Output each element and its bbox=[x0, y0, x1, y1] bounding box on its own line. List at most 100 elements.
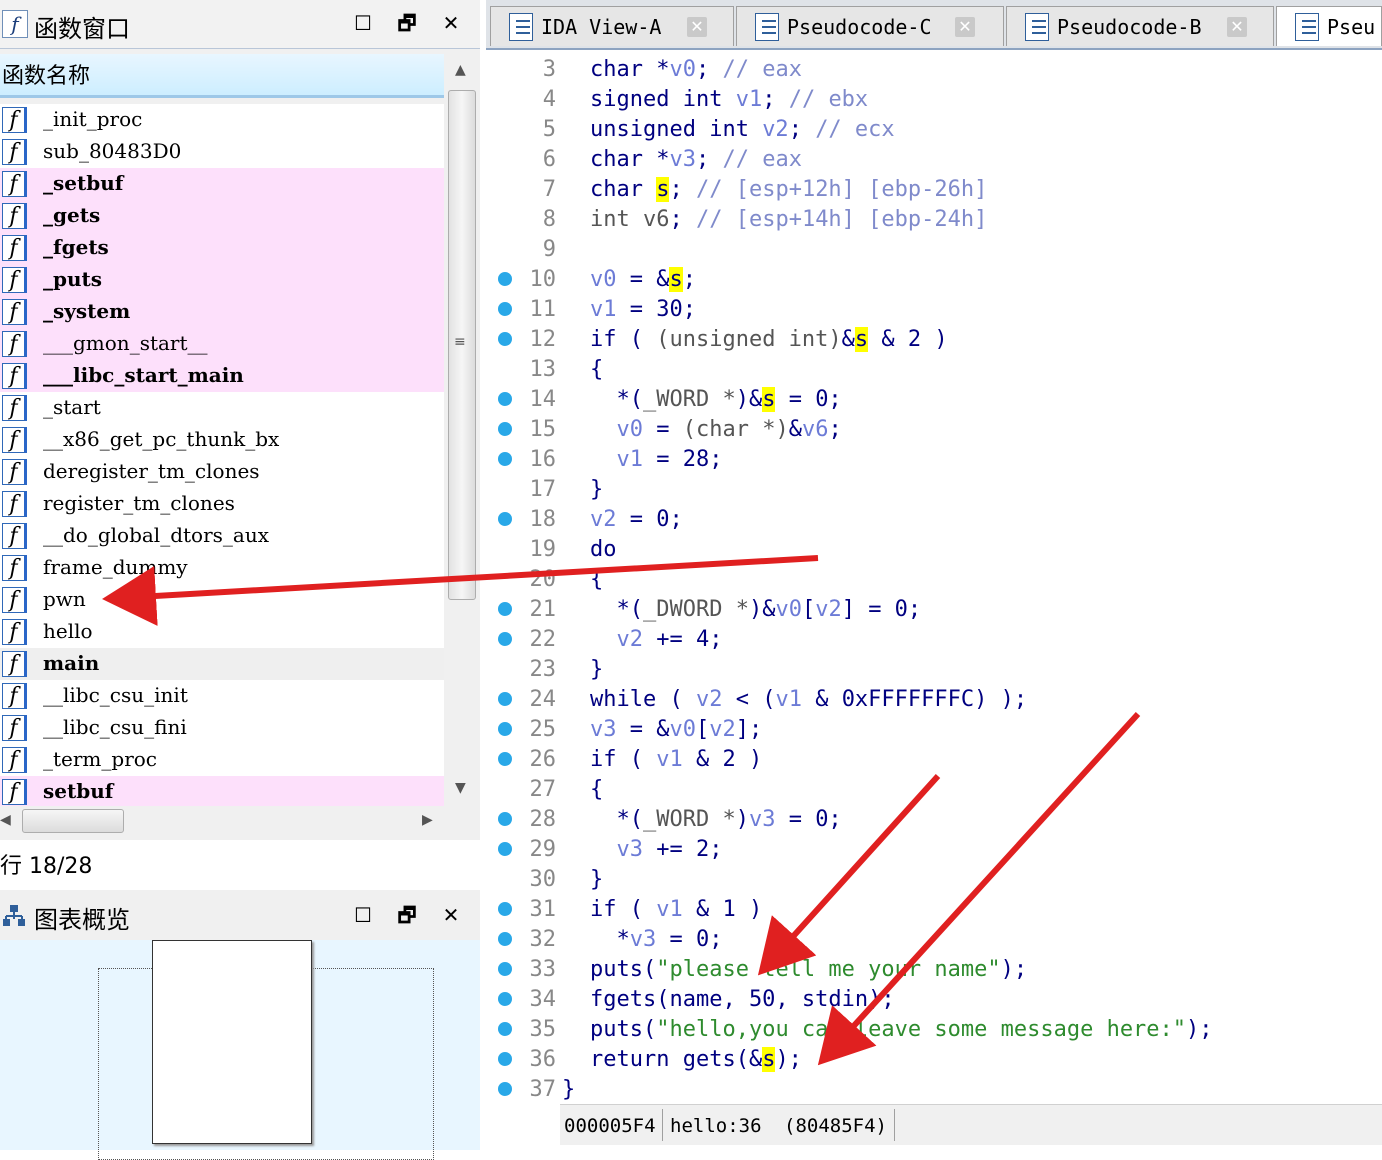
overview-canvas[interactable] bbox=[0, 940, 480, 1160]
breakpoint-dot-icon[interactable] bbox=[498, 692, 512, 706]
breakpoint-dot-icon[interactable] bbox=[498, 1052, 512, 1066]
breakpoint-dot-icon[interactable] bbox=[498, 1082, 512, 1096]
breakpoint-dot-icon[interactable] bbox=[498, 272, 512, 286]
code-line[interactable]: 20 { bbox=[486, 564, 1382, 594]
function-row[interactable]: f pwn bbox=[0, 584, 444, 616]
function-row[interactable]: f __do_global_dtors_aux bbox=[0, 520, 444, 552]
hscrollbar-thumb[interactable] bbox=[22, 809, 124, 833]
code-line[interactable]: 8 int v6; // [esp+14h] [ebp-24h] bbox=[486, 204, 1382, 234]
code-line[interactable]: 14 *(_WORD *)&s = 0; bbox=[486, 384, 1382, 414]
maximize-button[interactable]: ☐ bbox=[352, 12, 374, 34]
column-header-function-name[interactable]: 函数名称 bbox=[0, 54, 444, 98]
code-line[interactable]: 29 v3 += 2; bbox=[486, 834, 1382, 864]
breakpoint-dot-icon[interactable] bbox=[498, 1022, 512, 1036]
code-line[interactable]: 3 char *v0; // eax bbox=[486, 54, 1382, 84]
code-line[interactable]: 9 bbox=[486, 234, 1382, 264]
breakpoint-dot-icon[interactable] bbox=[498, 842, 512, 856]
code-line[interactable]: 6 char *v3; // eax bbox=[486, 144, 1382, 174]
function-row[interactable]: f _puts bbox=[0, 264, 444, 296]
scroll-down-icon[interactable]: ▼ bbox=[455, 780, 466, 796]
code-line[interactable]: 25 v3 = &v0[v2]; bbox=[486, 714, 1382, 744]
function-row[interactable]: f frame_dummy bbox=[0, 552, 444, 584]
code-line[interactable]: 12 if ( (unsigned int)&s & 2 ) bbox=[486, 324, 1382, 354]
code-line[interactable]: 30} bbox=[486, 864, 1382, 894]
tab-pseudocode-b[interactable]: Pseudocode-B ✕ bbox=[1006, 6, 1274, 46]
function-row[interactable]: f __x86_get_pc_thunk_bx bbox=[0, 424, 444, 456]
horizontal-scrollbar[interactable]: ◀ ▶ bbox=[0, 806, 444, 836]
breakpoint-dot-icon[interactable] bbox=[498, 992, 512, 1006]
breakpoint-dot-icon[interactable] bbox=[498, 632, 512, 646]
close-button[interactable]: ✕ bbox=[440, 12, 462, 34]
code-line[interactable]: 11 v1 = 30; bbox=[486, 294, 1382, 324]
scroll-left-icon[interactable]: ◀ bbox=[0, 812, 11, 828]
code-line[interactable]: 33 puts("please tell me your name"); bbox=[486, 954, 1382, 984]
code-line[interactable]: 27 { bbox=[486, 774, 1382, 804]
tab-pseudocode-active[interactable]: Pseu bbox=[1276, 6, 1382, 46]
code-line[interactable]: 36 return gets(&s); bbox=[486, 1044, 1382, 1074]
breakpoint-dot-icon[interactable] bbox=[498, 752, 512, 766]
breakpoint-dot-icon[interactable] bbox=[498, 602, 512, 616]
code-line[interactable]: 34 fgets(name, 50, stdin); bbox=[486, 984, 1382, 1014]
code-line[interactable]: 26 if ( v1 & 2 ) bbox=[486, 744, 1382, 774]
function-row[interactable]: f sub_80483D0 bbox=[0, 136, 444, 168]
code-line[interactable]: 32 *v3 = 0; bbox=[486, 924, 1382, 954]
scroll-right-icon[interactable]: ▶ bbox=[422, 812, 433, 828]
breakpoint-dot-icon[interactable] bbox=[498, 962, 512, 976]
code-line[interactable]: 17} bbox=[486, 474, 1382, 504]
function-row[interactable]: f _term_proc bbox=[0, 744, 444, 776]
code-line[interactable]: 4 signed int v1; // ebx bbox=[486, 84, 1382, 114]
breakpoint-dot-icon[interactable] bbox=[498, 902, 512, 916]
code-line[interactable]: 23} bbox=[486, 654, 1382, 684]
breakpoint-dot-icon[interactable] bbox=[498, 302, 512, 316]
code-line[interactable]: 5 unsigned int v2; // ecx bbox=[486, 114, 1382, 144]
code-line[interactable]: 31 if ( v1 & 1 ) bbox=[486, 894, 1382, 924]
breakpoint-dot-icon[interactable] bbox=[498, 332, 512, 346]
code-line[interactable]: 16 v1 = 28; bbox=[486, 444, 1382, 474]
breakpoint-dot-icon[interactable] bbox=[498, 812, 512, 826]
function-list[interactable]: f _init_proc f sub_80483D0 f _setbuf f _gets f _f… bbox=[0, 104, 444, 806]
function-row[interactable]: f _init_proc bbox=[0, 104, 444, 136]
overview-close-button[interactable]: ✕ bbox=[440, 904, 462, 926]
function-row[interactable]: f register_tm_clones bbox=[0, 488, 444, 520]
breakpoint-dot-icon[interactable] bbox=[498, 722, 512, 736]
overview-float-button[interactable]: 🗗 bbox=[396, 904, 418, 926]
function-row[interactable]: f _gets bbox=[0, 200, 444, 232]
function-row[interactable]: f __libc_csu_fini bbox=[0, 712, 444, 744]
code-line[interactable]: 35 puts("hello,you can leave some message… bbox=[486, 1014, 1382, 1044]
function-row[interactable]: f _fgets bbox=[0, 232, 444, 264]
breakpoint-dot-icon[interactable] bbox=[498, 422, 512, 436]
function-row[interactable]: f main bbox=[0, 648, 444, 680]
close-icon[interactable]: ✕ bbox=[1227, 17, 1247, 37]
function-row[interactable]: f _setbuf bbox=[0, 168, 444, 200]
pseudocode-view[interactable]: 3 char *v0; // eax 4 signed int v1; // ebx 5… bbox=[486, 50, 1382, 1102]
function-row[interactable]: f ___gmon_start__ bbox=[0, 328, 444, 360]
breakpoint-dot-icon[interactable] bbox=[498, 512, 512, 526]
function-row[interactable]: f _system bbox=[0, 296, 444, 328]
code-line[interactable]: 24 while ( v2 < (v1 & 0xFFFFFFFC) ); bbox=[486, 684, 1382, 714]
code-line[interactable]: 7 char s; // [esp+12h] [ebp-26h] bbox=[486, 174, 1382, 204]
tab-pseudocode-c[interactable]: Pseudocode-C ✕ bbox=[736, 6, 1004, 46]
tab-ida-view-a[interactable]: IDA View-A ✕ bbox=[490, 6, 734, 46]
vertical-scrollbar[interactable]: ▲ ≡ ▼ bbox=[446, 56, 478, 806]
function-row[interactable]: f ___libc_start_main bbox=[0, 360, 444, 392]
code-line[interactable]: 37} bbox=[486, 1074, 1382, 1104]
code-line[interactable]: 22 v2 += 4; bbox=[486, 624, 1382, 654]
overview-maximize-button[interactable]: ☐ bbox=[352, 904, 374, 926]
code-line[interactable]: 18 v2 = 0; bbox=[486, 504, 1382, 534]
function-row[interactable]: f setbuf bbox=[0, 776, 444, 806]
function-row[interactable]: f hello bbox=[0, 616, 444, 648]
function-row[interactable]: f deregister_tm_clones bbox=[0, 456, 444, 488]
float-window-button[interactable]: 🗗 bbox=[396, 12, 418, 34]
code-line[interactable]: 13 { bbox=[486, 354, 1382, 384]
code-line[interactable]: 21 *(_DWORD *)&v0[v2] = 0; bbox=[486, 594, 1382, 624]
breakpoint-dot-icon[interactable] bbox=[498, 452, 512, 466]
code-line[interactable]: 28 *(_WORD *)v3 = 0; bbox=[486, 804, 1382, 834]
code-line[interactable]: 15 v0 = (char *)&v6; bbox=[486, 414, 1382, 444]
code-line[interactable]: 10 v0 = &s; bbox=[486, 264, 1382, 294]
function-row[interactable]: f __libc_csu_init bbox=[0, 680, 444, 712]
function-row[interactable]: f _start bbox=[0, 392, 444, 424]
scroll-up-icon[interactable]: ▲ bbox=[455, 62, 466, 78]
close-icon[interactable]: ✕ bbox=[955, 17, 975, 37]
code-line[interactable]: 19 do bbox=[486, 534, 1382, 564]
breakpoint-dot-icon[interactable] bbox=[498, 932, 512, 946]
